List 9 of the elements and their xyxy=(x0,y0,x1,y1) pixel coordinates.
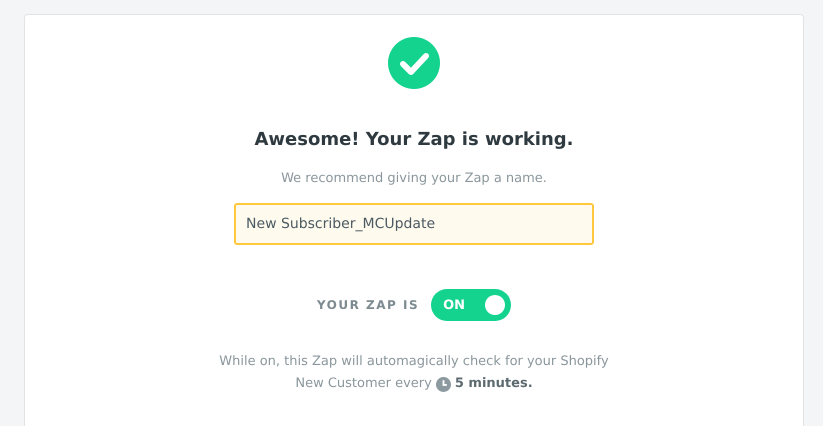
success-heading: Awesome! Your Zap is working. xyxy=(254,129,574,150)
interval-text: 5 minutes. xyxy=(454,375,533,393)
zap-name-field[interactable]: New Subscriber_MCUpdate xyxy=(234,203,594,245)
clock-icon xyxy=(436,376,451,392)
toggle-label: YOUR ZAP IS xyxy=(316,298,420,312)
description-text: New Customer every xyxy=(295,375,432,393)
description-text: While on, this Zap will automagically check for your Shopify xyxy=(219,353,609,371)
checkmark-icon xyxy=(388,37,440,89)
subtitle-text: We recommend giving your Zap a name. xyxy=(281,171,547,186)
